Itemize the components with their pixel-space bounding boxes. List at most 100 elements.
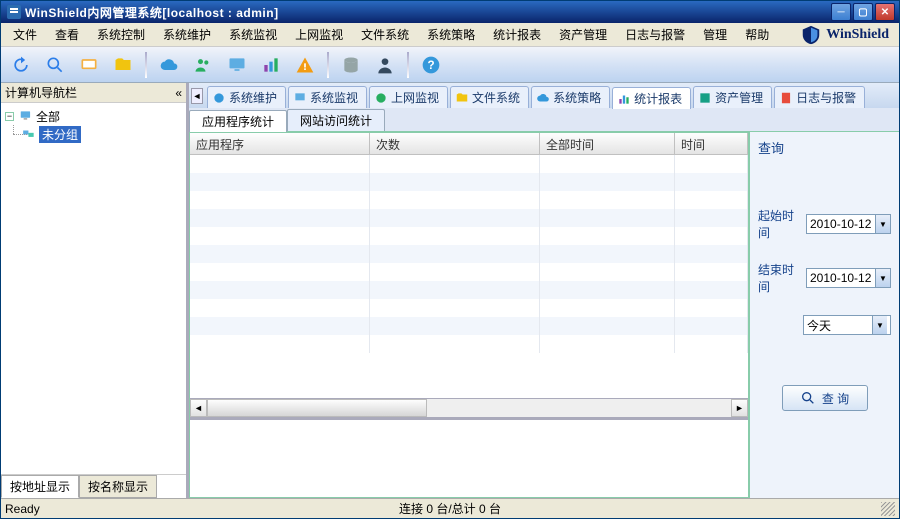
app-window: WinShield内网管理系统[localhost : admin] ─ ▢ ✕… bbox=[0, 0, 900, 519]
maximize-button[interactable]: ▢ bbox=[853, 3, 873, 21]
tool-chart-icon[interactable] bbox=[257, 51, 285, 79]
chevron-down-icon[interactable]: ▼ bbox=[875, 269, 890, 287]
module-tabs: ◄ 系统维护 系统监视 上网监视 文件系统 系统策略 统计报表 资产管理 日志与… bbox=[189, 83, 899, 108]
status-left: Ready bbox=[5, 502, 40, 516]
status-center: 连接 0 台/总计 0 台 bbox=[399, 500, 501, 517]
tree-label: 未分组 bbox=[39, 126, 81, 143]
brand-text: WinShield bbox=[826, 27, 889, 43]
tool-help-icon[interactable]: ? bbox=[417, 51, 445, 79]
tool-warning-icon[interactable] bbox=[291, 51, 319, 79]
modtab-reports[interactable]: 统计报表 bbox=[612, 87, 691, 109]
chevron-down-icon[interactable]: ▼ bbox=[872, 316, 887, 334]
menu-manage[interactable]: 管理 bbox=[695, 24, 735, 45]
toolbar-separator bbox=[145, 52, 147, 78]
menu-syspolicy[interactable]: 系统策略 bbox=[419, 24, 483, 45]
menu-file[interactable]: 文件 bbox=[5, 24, 45, 45]
menu-assets[interactable]: 资产管理 bbox=[551, 24, 615, 45]
results-area: 应用程序 次数 全部时间 时间 bbox=[189, 132, 749, 498]
titlebar: WinShield内网管理系统[localhost : admin] ─ ▢ ✕ bbox=[1, 1, 899, 23]
statusbar: Ready 连接 0 台/总计 0 台 bbox=[1, 498, 899, 518]
end-time-label: 结束时间 bbox=[758, 261, 802, 295]
grid-header: 应用程序 次数 全部时间 时间 bbox=[190, 133, 748, 155]
sidetab-by-address[interactable]: 按地址显示 bbox=[1, 475, 79, 498]
scroll-right-icon[interactable]: ► bbox=[731, 399, 748, 417]
results-grid: 应用程序 次数 全部时间 时间 bbox=[190, 133, 748, 399]
subtab-app-stats[interactable]: 应用程序统计 bbox=[189, 110, 287, 132]
query-title: 查询 bbox=[758, 138, 891, 157]
sidebar-collapse-icon[interactable]: « bbox=[175, 86, 182, 100]
sidebar-header: 计算机导航栏 « bbox=[1, 83, 186, 103]
tool-monitor-icon[interactable] bbox=[223, 51, 251, 79]
search-icon bbox=[800, 390, 816, 406]
menu-filesys[interactable]: 文件系统 bbox=[353, 24, 417, 45]
modtab-sysmaint[interactable]: 系统维护 bbox=[207, 86, 286, 108]
range-combo[interactable]: ▼ bbox=[803, 315, 891, 335]
group-icon bbox=[21, 126, 37, 142]
computers-icon bbox=[18, 108, 34, 124]
menu-view[interactable]: 查看 bbox=[47, 24, 87, 45]
horizontal-scrollbar[interactable]: ◄ ► bbox=[190, 399, 748, 417]
menu-sysmaint[interactable]: 系统维护 bbox=[155, 24, 219, 45]
tool-cloud-icon[interactable] bbox=[155, 51, 183, 79]
scroll-thumb[interactable] bbox=[207, 399, 427, 417]
modtab-netmon[interactable]: 上网监视 bbox=[369, 86, 448, 108]
query-button-label: 查 询 bbox=[822, 390, 849, 407]
tabs-scroll-left-icon[interactable]: ◄ bbox=[191, 88, 203, 104]
tool-user-icon[interactable] bbox=[371, 51, 399, 79]
svg-text:?: ? bbox=[427, 59, 434, 72]
modtab-syspolicy[interactable]: 系统策略 bbox=[531, 86, 610, 108]
modtab-assets[interactable]: 资产管理 bbox=[693, 86, 772, 108]
tool-refresh-icon[interactable] bbox=[7, 51, 35, 79]
menu-help[interactable]: 帮助 bbox=[737, 24, 777, 45]
menu-sysmon[interactable]: 系统监视 bbox=[221, 24, 285, 45]
tool-users-icon[interactable] bbox=[189, 51, 217, 79]
sidebar-title: 计算机导航栏 bbox=[5, 84, 77, 101]
menubar: 文件 查看 系统控制 系统维护 系统监视 上网监视 文件系统 系统策略 统计报表… bbox=[1, 23, 899, 47]
toolbar-separator bbox=[327, 52, 329, 78]
tree-node-all[interactable]: − 全部 bbox=[3, 107, 184, 125]
col-time[interactable]: 时间 bbox=[675, 133, 748, 154]
sidebar-bottom-tabs: 按地址显示 按名称显示 bbox=[1, 474, 186, 498]
start-time-label: 起始时间 bbox=[758, 207, 802, 241]
sidebar: 计算机导航栏 « − 全部 未分组 按地址显示 按名称显示 bbox=[1, 83, 189, 498]
resize-grip-icon[interactable] bbox=[881, 502, 895, 516]
end-time-combo[interactable]: ▼ bbox=[806, 268, 891, 288]
modtab-filesys[interactable]: 文件系统 bbox=[450, 86, 529, 108]
modtab-sysmon[interactable]: 系统监视 bbox=[288, 86, 367, 108]
brand-logo: WinShield bbox=[800, 24, 895, 46]
toolbar: ? bbox=[1, 47, 899, 83]
start-time-combo[interactable]: ▼ bbox=[806, 214, 891, 234]
tree-expander-icon[interactable]: − bbox=[5, 112, 14, 121]
window-title: WinShield内网管理系统[localhost : admin] bbox=[25, 4, 831, 21]
tool-scan-icon[interactable] bbox=[75, 51, 103, 79]
scroll-left-icon[interactable]: ◄ bbox=[190, 399, 207, 417]
query-panel: 查询 起始时间 ▼ 结束时间 ▼ bbox=[749, 132, 899, 498]
menu-logs[interactable]: 日志与报警 bbox=[617, 24, 693, 45]
col-app[interactable]: 应用程序 bbox=[190, 133, 370, 154]
close-button[interactable]: ✕ bbox=[875, 3, 895, 21]
tool-search-icon[interactable] bbox=[41, 51, 69, 79]
menu-reports[interactable]: 统计报表 bbox=[485, 24, 549, 45]
sub-tabs: 应用程序统计 网站访问统计 bbox=[189, 108, 899, 132]
menu-syscontrol[interactable]: 系统控制 bbox=[89, 24, 153, 45]
sidetab-by-name[interactable]: 按名称显示 bbox=[79, 475, 157, 498]
start-time-input[interactable] bbox=[807, 215, 875, 233]
subtab-web-stats[interactable]: 网站访问统计 bbox=[287, 109, 385, 131]
tool-database-icon[interactable] bbox=[337, 51, 365, 79]
tool-folder-icon[interactable] bbox=[109, 51, 137, 79]
grid-body[interactable] bbox=[190, 155, 748, 398]
app-icon bbox=[6, 4, 22, 20]
minimize-button[interactable]: ─ bbox=[831, 3, 851, 21]
query-button[interactable]: 查 询 bbox=[782, 385, 868, 411]
chevron-down-icon[interactable]: ▼ bbox=[875, 215, 890, 233]
col-count[interactable]: 次数 bbox=[370, 133, 540, 154]
detail-panel bbox=[190, 417, 748, 497]
toolbar-separator bbox=[407, 52, 409, 78]
range-input[interactable] bbox=[804, 316, 872, 334]
menu-netmon[interactable]: 上网监视 bbox=[287, 24, 351, 45]
col-total[interactable]: 全部时间 bbox=[540, 133, 675, 154]
main-panel: ◄ 系统维护 系统监视 上网监视 文件系统 系统策略 统计报表 资产管理 日志与… bbox=[189, 83, 899, 498]
modtab-logs[interactable]: 日志与报警 bbox=[774, 86, 865, 108]
end-time-input[interactable] bbox=[807, 269, 875, 287]
tree-node-ungrouped[interactable]: 未分组 bbox=[3, 125, 184, 143]
